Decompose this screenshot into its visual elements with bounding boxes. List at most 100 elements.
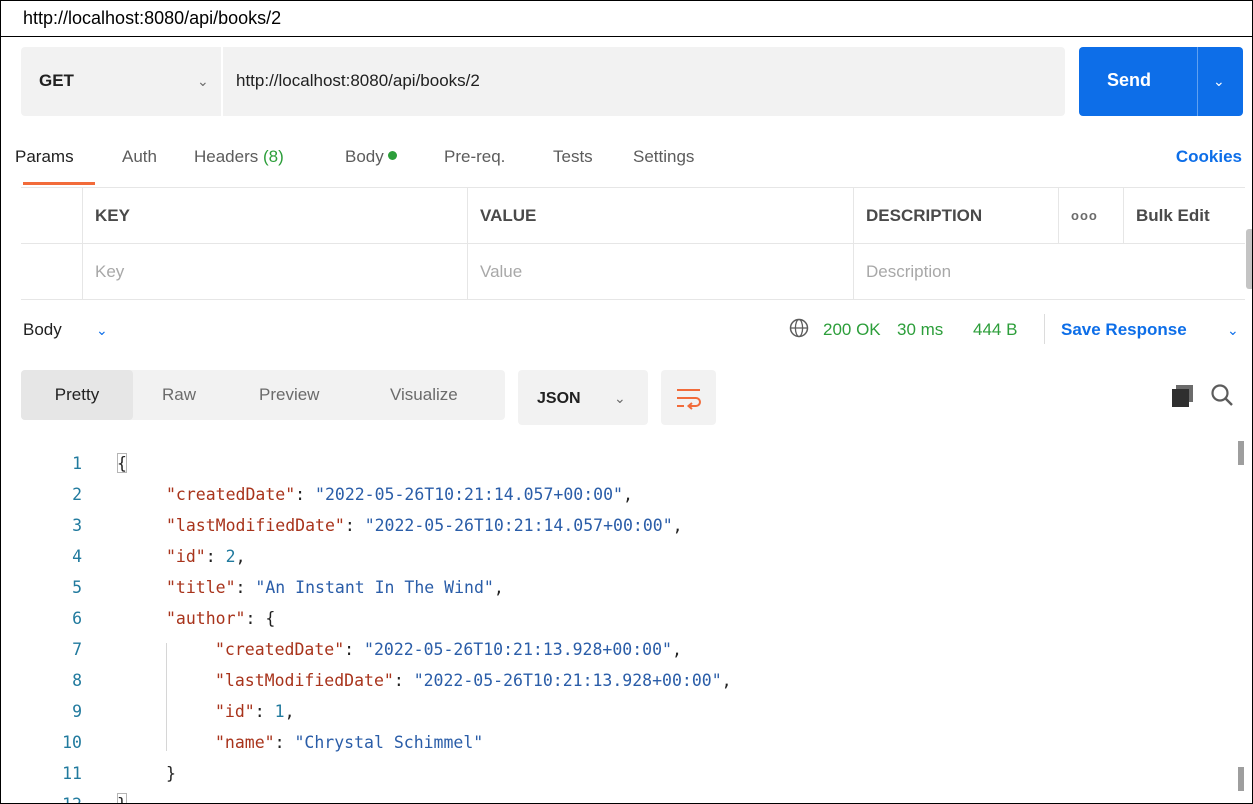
active-tab-indicator [23,182,95,185]
code-text: "lastModifiedDate": "2022-05-26T10:21:13… [215,665,732,696]
json-key: "id" [166,547,206,566]
code-line: 12} [1,789,1252,803]
json-string: "2022-05-26T10:21:13.928+00:00" [364,640,672,659]
code-text: "id": 1, [215,696,295,727]
code-scrollbar-top[interactable] [1238,441,1244,465]
search-icon[interactable] [1209,382,1235,408]
status-code[interactable]: 200 OK [823,320,881,340]
send-label: Send [1107,70,1152,90]
format-label: JSON [537,390,581,407]
code-line: 1{ [1,448,1252,479]
json-punctuation: , [493,578,504,597]
view-mode-tabs: Pretty Raw Preview Visualize [21,370,505,420]
chevron-down-icon: ⌄ [614,390,626,406]
fold-marker[interactable] [117,453,127,473]
line-number: 3 [72,516,82,535]
response-body-dropdown[interactable]: Body [23,320,62,340]
json-punctuation: : [274,733,295,752]
json-punctuation: : { [245,609,276,628]
tab-raw[interactable]: Raw [162,370,196,420]
format-select[interactable]: JSON ⌄ [518,370,648,425]
tab-body-label: Body [345,147,384,166]
code-line: 3 "lastModifiedDate": "2022-05-26T10:21:1… [1,510,1252,541]
json-punctuation: : [393,671,414,690]
tab-preview[interactable]: Preview [259,370,319,420]
json-string: "2022-05-26T10:21:13.928+00:00" [413,671,722,690]
bulk-edit-button[interactable]: Bulk Edit [1123,188,1245,244]
request-tabs: Params Auth Headers (8) Body Pre-req. Te… [1,147,1252,185]
line-number: 4 [72,547,82,566]
json-key: "createdDate" [215,640,345,659]
wrap-lines-button[interactable] [661,370,716,425]
json-string: "2022-05-26T10:21:14.057+00:00" [315,485,623,504]
code-text: "author": { [166,603,275,634]
request-bar: GET ⌄ http://localhost:8080/api/books/2 [21,47,1065,116]
tab-params[interactable]: Params [15,147,74,167]
cookies-link[interactable]: Cookies [1176,147,1242,167]
code-line: 8 "lastModifiedDate": "2022-05-26T10:21:1… [1,665,1252,696]
response-bar: Body ⌄ 200 OK 30 ms 444 B Save Response … [1,314,1252,346]
caption-divider [1,36,1252,37]
code-scrollbar-bottom[interactable] [1238,767,1244,791]
response-code-viewer[interactable]: 1{ 2 "createdDate": "2022-05-26T10:21:14.0… [1,448,1252,803]
tab-body[interactable]: Body [345,147,397,167]
send-divider [1197,47,1198,116]
fold-marker[interactable] [117,793,127,803]
line-number: 9 [72,702,82,721]
line-number: 1 [72,454,82,473]
json-punctuation: : [205,547,226,566]
tab-auth[interactable]: Auth [122,147,157,167]
json-punctuation: : [295,485,316,504]
chevron-down-icon[interactable]: ⌄ [1227,322,1239,339]
code-line: 4 "id": 2, [1,541,1252,572]
more-options-icon[interactable]: ooo [1058,188,1123,244]
code-line: 5 "title": "An Instant In The Wind", [1,572,1252,603]
params-header-row: KEY VALUE DESCRIPTION ooo Bulk Edit [21,188,1245,244]
method-select[interactable]: GET ⌄ [21,47,221,116]
code-text: "lastModifiedDate": "2022-05-26T10:21:14… [166,510,683,541]
chevron-down-icon[interactable]: ⌄ [1213,73,1225,90]
wrap-lines-icon [677,389,701,410]
send-button[interactable]: Send ⌄ [1079,47,1243,116]
response-time[interactable]: 30 ms [897,320,943,340]
tab-prereq[interactable]: Pre-req. [444,147,505,167]
method-divider [221,47,223,116]
line-number: 8 [72,671,82,690]
json-punctuation: : [254,702,275,721]
copy-icon[interactable] [1171,384,1195,408]
line-number: 12 [62,789,82,803]
save-response-button[interactable]: Save Response [1061,320,1187,340]
params-scrollbar[interactable] [1246,229,1252,289]
code-text: "title": "An Instant In The Wind", [166,572,504,603]
param-value-input[interactable]: Value [467,244,853,300]
code-text: } [166,758,176,789]
tab-pretty[interactable]: Pretty [21,370,133,420]
json-key: "lastModifiedDate" [215,671,394,690]
chevron-down-icon: ⌄ [197,73,209,89]
json-key: "name" [215,733,275,752]
tab-visualize[interactable]: Visualize [390,370,458,420]
response-size[interactable]: 444 B [973,320,1017,340]
json-key: "createdDate" [166,485,296,504]
json-key: "id" [215,702,255,721]
tab-headers-label: Headers [194,147,259,166]
json-punctuation: , [671,640,682,659]
url-input[interactable]: http://localhost:8080/api/books/2 [236,71,480,91]
globe-icon[interactable] [788,317,810,339]
line-number: 2 [72,485,82,504]
json-key: "lastModifiedDate" [166,516,345,535]
column-description: DESCRIPTION [853,188,1058,244]
tab-settings[interactable]: Settings [633,147,694,167]
json-punctuation: : [235,578,256,597]
line-number: 7 [72,640,82,659]
json-punctuation: , [672,516,683,535]
tab-tests[interactable]: Tests [553,147,593,167]
chevron-down-icon[interactable]: ⌄ [96,322,108,339]
param-key-input[interactable]: Key [82,244,467,300]
code-text: "createdDate": "2022-05-26T10:21:14.057+… [166,479,633,510]
response-divider [1044,314,1045,344]
tab-headers[interactable]: Headers (8) [194,147,284,167]
param-description-input[interactable]: Description [853,244,1245,300]
json-punctuation: : [344,516,365,535]
line-number: 10 [62,733,82,752]
